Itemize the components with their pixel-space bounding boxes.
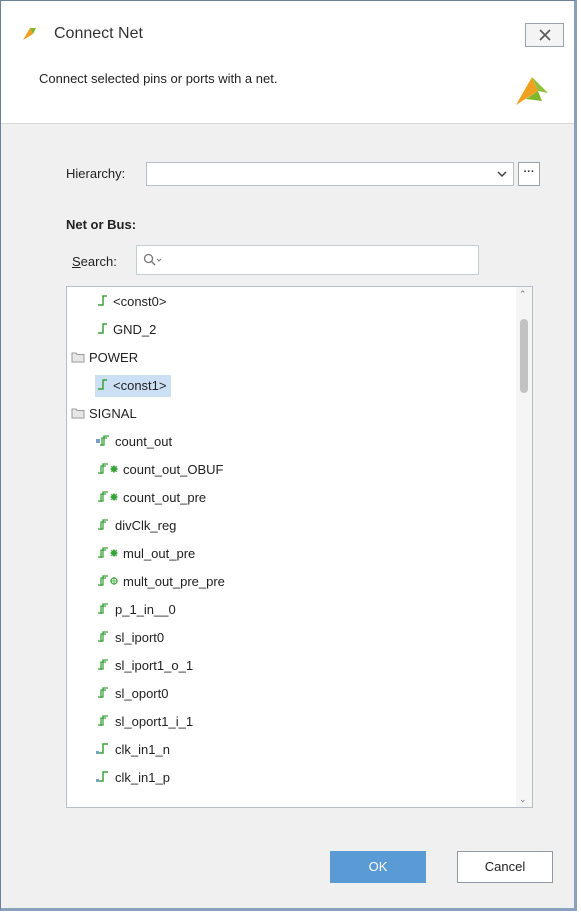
title-bar: Connect Net	[1, 1, 574, 51]
tree-item-label: <const1>	[113, 378, 167, 393]
tree-item-label: sl_iport1_o_1	[115, 658, 194, 673]
close-button[interactable]	[525, 23, 564, 47]
net-icon	[95, 292, 109, 314]
tree-net-item[interactable]: mul_out_pre	[95, 543, 195, 565]
dialog-banner: Connect selected pins or ports with a ne…	[1, 51, 574, 124]
tree-item-label: clk_in1_p	[115, 770, 170, 785]
bus-icon	[95, 600, 111, 622]
tree-folder[interactable]: POWER	[71, 347, 138, 369]
ok-button[interactable]: OK	[330, 851, 426, 883]
bus-icon	[95, 712, 111, 734]
bus-icon	[95, 656, 111, 678]
bus-icon	[95, 628, 111, 650]
banner-description: Connect selected pins or ports with a ne…	[39, 71, 278, 86]
tree-net-item[interactable]: p_1_in__0	[95, 599, 176, 621]
tree-item-label: p_1_in__0	[115, 602, 176, 617]
tree-net-item[interactable]: GND_2	[95, 319, 156, 341]
cancel-button[interactable]: Cancel	[457, 851, 553, 883]
search-mnemonic: S	[72, 254, 81, 269]
bus-marked-icon	[95, 460, 119, 482]
scroll-up-icon[interactable]: ⌃	[519, 289, 527, 300]
tree-item-label: POWER	[89, 350, 139, 365]
bus-icon	[95, 684, 111, 706]
tree-net-item[interactable]: <const1>	[95, 375, 171, 397]
tree-item-label: sl_iport0	[115, 630, 165, 645]
scroll-down-icon[interactable]: ⌄	[519, 794, 527, 805]
search-label-rest: earch:	[80, 254, 117, 269]
close-icon	[538, 29, 551, 41]
vivado-banner-logo-icon	[516, 77, 548, 105]
tree-net-item[interactable]: clk_in1_p	[95, 767, 170, 789]
net-tree-list[interactable]: ⌃ ⌄ <const0> GND_2 POWER <const1> SIGNAL coun…	[66, 286, 533, 808]
net-port-icon	[95, 768, 111, 790]
search-label: Search:	[72, 254, 117, 269]
net-port-icon	[95, 740, 111, 762]
bus-marked-icon	[95, 544, 119, 566]
tree-net-item[interactable]: count_out_OBUF	[95, 459, 223, 481]
bus-gear-icon	[95, 572, 119, 594]
tree-item-label: sl_oport0	[115, 686, 169, 701]
tree-item-label: count_out_pre	[123, 490, 207, 505]
net-icon	[95, 320, 109, 342]
tree-net-item[interactable]: mult_out_pre_pre	[95, 571, 225, 593]
tree-item-label: mul_out_pre	[123, 546, 196, 561]
tree-net-item[interactable]: <const0>	[95, 291, 167, 313]
tree-net-item[interactable]: divClk_reg	[95, 515, 176, 537]
tree-item-label: sl_oport1_i_1	[115, 714, 194, 729]
hierarchy-dropdown[interactable]	[146, 162, 514, 186]
tree-item-label: divClk_reg	[115, 518, 177, 533]
net-icon	[95, 376, 109, 398]
net-or-bus-heading: Net or Bus:	[66, 217, 137, 232]
tree-net-item[interactable]: clk_in1_n	[95, 739, 170, 761]
hierarchy-browse-button[interactable]: ···	[518, 162, 540, 186]
tree-net-item[interactable]: count_out_pre	[95, 487, 206, 509]
tree-item-label: count_out	[115, 434, 173, 449]
search-input[interactable]	[136, 245, 479, 275]
tree-item-label: GND_2	[113, 322, 157, 337]
tree-net-item[interactable]: sl_iport1_o_1	[95, 655, 193, 677]
search-icon	[143, 253, 162, 266]
tree-item-label: count_out_OBUF	[123, 462, 224, 477]
vivado-logo-icon	[23, 28, 36, 40]
scrollbar-thumb[interactable]	[520, 319, 528, 393]
tree-item-label: <const0>	[113, 294, 167, 309]
tree-net-item[interactable]: sl_iport0	[95, 627, 164, 649]
bus-port-icon	[95, 432, 111, 454]
folder-icon	[71, 404, 85, 426]
bus-icon	[95, 516, 111, 538]
chevron-down-icon	[497, 171, 507, 178]
tree-item-label: mult_out_pre_pre	[123, 574, 225, 589]
tree-folder[interactable]: SIGNAL	[71, 403, 137, 425]
window-title: Connect Net	[54, 25, 143, 42]
tree-item-label: clk_in1_n	[115, 742, 170, 757]
hierarchy-label: Hierarchy:	[66, 166, 126, 181]
tree-net-item[interactable]: count_out	[95, 431, 172, 453]
bus-marked-icon	[95, 488, 119, 510]
tree-net-item[interactable]: sl_oport0	[95, 683, 168, 705]
tree-item-label: SIGNAL	[89, 406, 137, 421]
folder-icon	[71, 348, 85, 370]
connect-net-dialog: Connect Net Connect selected pins or por…	[0, 0, 577, 911]
tree-net-item[interactable]: sl_oport1_i_1	[95, 711, 193, 733]
vertical-scrollbar[interactable]: ⌃ ⌄	[516, 287, 532, 807]
